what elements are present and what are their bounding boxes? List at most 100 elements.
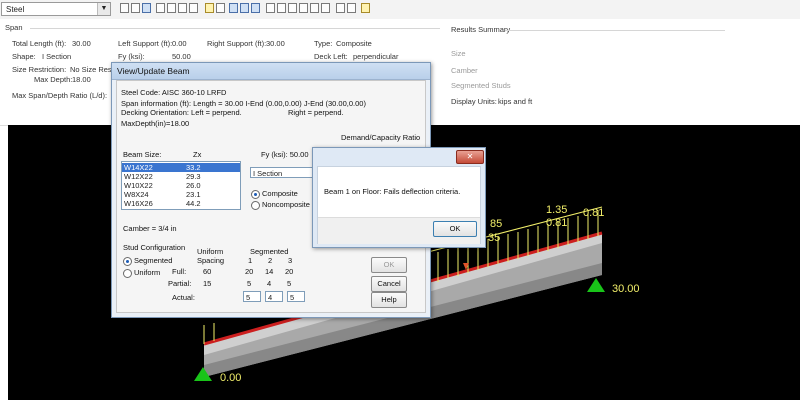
help-button[interactable]: Help	[371, 292, 407, 308]
list-item[interactable]: W8X24 23.1	[122, 190, 240, 199]
move-icon[interactable]	[299, 3, 308, 13]
close-icon[interactable]: ✕	[456, 150, 484, 164]
actual-seg-2-input[interactable]: 4	[265, 291, 283, 302]
partial-uniform: 15	[203, 279, 212, 288]
draw-line-icon[interactable]	[277, 3, 286, 13]
shape-label: Shape:	[12, 52, 36, 61]
seg-col-3: 3	[288, 256, 293, 265]
full-seg-1: 20	[245, 267, 254, 276]
uniform-header-1: Uniform	[197, 247, 224, 256]
list-item[interactable]: W12X22 29.3	[122, 172, 240, 181]
list-item[interactable]: W14X22 33.2	[122, 163, 240, 172]
span-group-line	[30, 28, 440, 29]
full-seg-2: 14	[265, 267, 274, 276]
stud-config-label: Stud Configuration	[123, 243, 186, 252]
print-icon[interactable]	[336, 3, 345, 13]
max-depth-value: 18.00	[72, 75, 91, 84]
actual-seg-1-input[interactable]: 5	[243, 291, 261, 302]
uniform-radio[interactable]	[123, 269, 132, 278]
deck-left-label: Deck Left:	[314, 52, 348, 61]
material-select[interactable]: Steel ▼	[1, 2, 111, 16]
result-segmented-studs-label: Segmented Studs	[451, 81, 511, 90]
results-summary-header: Results Summary	[451, 25, 511, 34]
cancel-button[interactable]: Cancel	[371, 276, 407, 292]
segmented-label: Segmented	[134, 256, 173, 265]
load-label-4: 85	[490, 218, 502, 230]
load-label-1: 1.35	[546, 204, 567, 216]
results-group-line	[505, 30, 725, 31]
zoom-out-icon[interactable]	[321, 3, 330, 13]
decking-right: Right = perpend.	[288, 108, 344, 117]
composite-label: Composite	[262, 189, 298, 198]
result-camber-label: Camber	[451, 66, 478, 75]
preview-icon[interactable]	[347, 3, 356, 13]
chevron-down-icon[interactable]: ▼	[97, 3, 110, 15]
load-label-3: 0.81	[546, 217, 567, 229]
save-icon[interactable]	[142, 3, 151, 13]
noncomposite-radio[interactable]	[251, 201, 260, 210]
dc-ratio-label: Demand/Capacity Ratio	[341, 133, 421, 142]
beam-size-list[interactable]: W14X22 33.2 W12X22 29.3 W10X22 26.0 W8X24 23…	[121, 161, 241, 210]
list-item[interactable]: W16X26 44.2	[122, 199, 240, 208]
span-header: Span	[5, 23, 23, 32]
open-file-icon[interactable]	[131, 3, 140, 13]
elevation-icon[interactable]	[251, 3, 260, 13]
brace-icon[interactable]	[189, 3, 198, 13]
select-icon[interactable]	[288, 3, 297, 13]
actual-seg-3-input[interactable]: 5	[287, 291, 305, 302]
fy-value: 50.00	[172, 52, 191, 61]
max-depth-label: Max Depth:	[34, 75, 73, 84]
view-3d-icon[interactable]	[240, 3, 249, 13]
total-length-label: Total Length (ft):	[12, 39, 67, 48]
segmented-radio[interactable]	[123, 257, 132, 266]
message-box: ✕ Beam 1 on Floor: Fails deflection crit…	[312, 147, 486, 248]
zoom-in-icon[interactable]	[310, 3, 319, 13]
ok-button[interactable]: OK	[371, 257, 407, 273]
list-item[interactable]: W10X22 26.0	[122, 181, 240, 190]
full-seg-3: 20	[285, 267, 294, 276]
composite-radio[interactable]	[251, 190, 260, 199]
total-length-value: 30.00	[72, 39, 91, 48]
seg-col-1: 1	[248, 256, 253, 265]
partial-seg-1: 5	[247, 279, 252, 288]
column-icon[interactable]	[178, 3, 187, 13]
zx-label: Zx	[193, 150, 202, 159]
type-value: Composite	[336, 39, 372, 48]
partial-seg-2: 4	[267, 279, 272, 288]
full-uniform: 60	[203, 267, 212, 276]
message-body: Beam 1 on Floor: Fails deflection criter…	[317, 166, 481, 244]
toolbar: Steel ▼	[0, 0, 800, 20]
load-icon[interactable]	[266, 3, 275, 13]
type-label: Type:	[314, 39, 333, 48]
result-size-label: Size	[451, 49, 466, 58]
display-units-label: Display Units:	[451, 97, 497, 106]
deck-left-value: perpendicular	[353, 52, 399, 61]
max-span-depth-label: Max Span/Depth Ratio (L/d):	[12, 91, 108, 100]
span-info: Span information (ft): Length = 30.00 I-…	[121, 99, 366, 108]
chart-icon[interactable]	[205, 3, 214, 13]
camber-info: Camber = 3/4 in	[123, 224, 177, 233]
shape-select[interactable]: I Section	[250, 167, 314, 178]
left-support-value: 0.00	[172, 39, 187, 48]
message-ok-button[interactable]: OK	[433, 221, 477, 237]
display-units-value: kips and ft	[498, 97, 533, 106]
right-support-icon	[587, 278, 605, 292]
fy-label: Fy (ksi):	[118, 52, 145, 61]
size-restriction-value: No Size Rest	[70, 65, 114, 74]
beam-icon[interactable]	[167, 3, 176, 13]
table-icon[interactable]	[216, 3, 225, 13]
noncomposite-label: Noncomposite	[262, 200, 310, 209]
load-label-5: 35	[488, 232, 500, 244]
segmented-header: Segmented	[250, 247, 289, 256]
dialog-title: View/Update Beam	[112, 63, 430, 80]
help-icon[interactable]	[361, 3, 370, 13]
grid-icon[interactable]	[156, 3, 165, 13]
view-2d-icon[interactable]	[229, 3, 238, 13]
new-file-icon[interactable]	[120, 3, 129, 13]
partial-seg-3: 5	[287, 279, 292, 288]
right-support-label: Right Support (ft):	[207, 39, 267, 48]
uniform-header-2: Spacing	[197, 256, 225, 265]
beam-size-label: Beam Size:	[123, 150, 162, 159]
actual-label: Actual:	[172, 293, 195, 302]
left-support-label: 0.00	[220, 372, 241, 384]
